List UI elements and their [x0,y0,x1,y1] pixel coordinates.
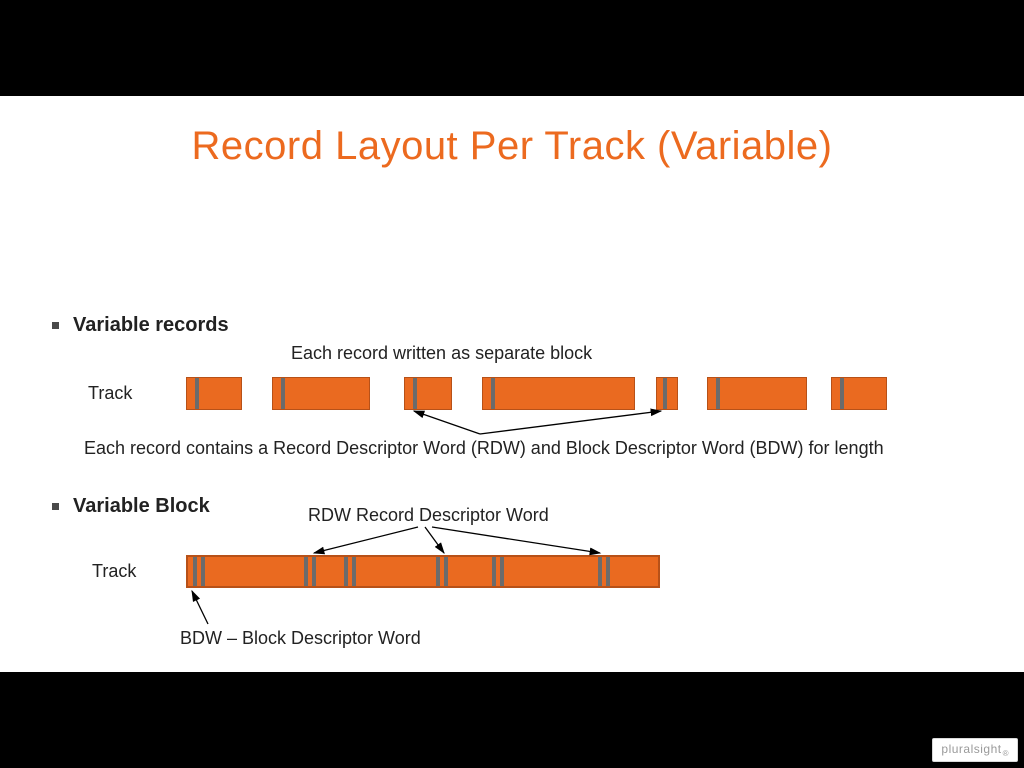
record-divider [598,557,602,586]
desc-rdw-bdw: Each record contains a Record Descriptor… [84,438,884,459]
variable-block [186,555,660,588]
record-block [186,377,242,410]
caption-separate-block: Each record written as separate block [291,343,592,364]
label-bdw: BDW – Block Descriptor Word [180,628,421,649]
record-tick [840,378,844,409]
record-block [404,377,452,410]
rdw-tick [312,557,316,586]
slide-content: Variable records Each record written as … [0,169,1024,745]
bullet-variable-records: Variable records [52,314,229,337]
watermark: pluralsight® [932,738,1018,762]
record-block [831,377,887,410]
record-divider [436,557,440,586]
record-divider [304,557,308,586]
record-divider [492,557,496,586]
bdw-tick [193,557,197,586]
rdw-tick [352,557,356,586]
record-tick [413,378,417,409]
record-tick [281,378,285,409]
bullet-marker [52,322,59,329]
rdw-tick [201,557,205,586]
record-block [482,377,635,410]
record-tick [491,378,495,409]
bullet-label: Variable Block [73,495,210,518]
track-label-1: Track [88,383,132,404]
record-block [707,377,807,410]
slide: Record Layout Per Track (Variable) Varia… [0,96,1024,672]
record-divider [344,557,348,586]
record-block [272,377,370,410]
slide-title: Record Layout Per Track (Variable) [0,96,1024,169]
record-tick [716,378,720,409]
record-tick [663,378,667,409]
track-label-2: Track [92,561,136,582]
rdw-tick [606,557,610,586]
record-block [656,377,678,410]
rdw-tick [444,557,448,586]
watermark-sub: ® [1003,749,1009,758]
bullet-variable-block: Variable Block [52,495,210,518]
bullet-label: Variable records [73,314,229,337]
watermark-text: pluralsight [941,742,1001,756]
bullet-marker [52,503,59,510]
label-rdw: RDW Record Descriptor Word [308,505,549,526]
rdw-tick [500,557,504,586]
record-tick [195,378,199,409]
